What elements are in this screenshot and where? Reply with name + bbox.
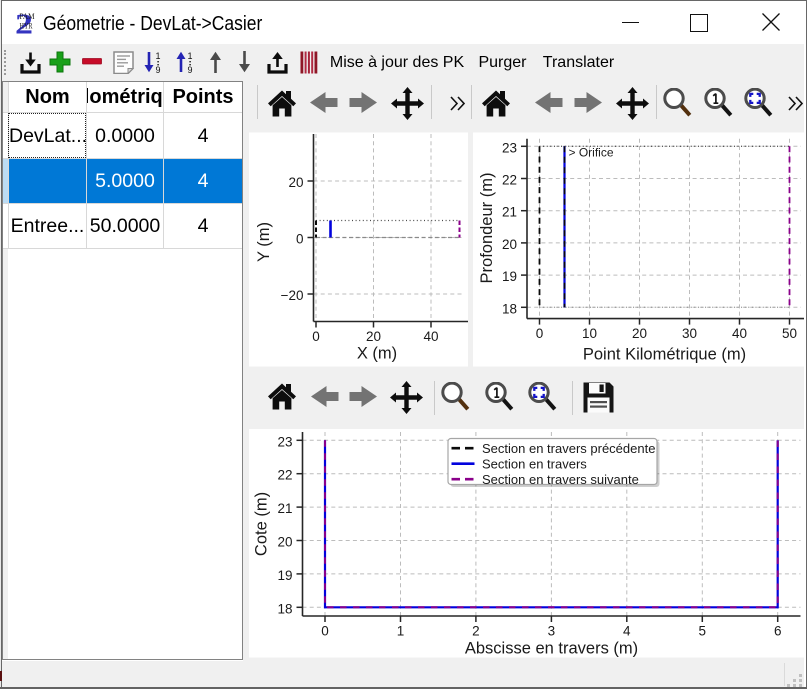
svg-text:Section en travers précédente: Section en travers précédente: [482, 441, 655, 456]
svg-text:Profondeur (m): Profondeur (m): [478, 173, 496, 284]
svg-text:0: 0: [535, 326, 543, 341]
svg-text:19: 19: [501, 269, 516, 284]
svg-text:21: 21: [501, 205, 516, 220]
svg-text:21: 21: [277, 501, 292, 516]
svg-text:1: 1: [397, 624, 405, 639]
svg-text:Section en travers: Section en travers: [482, 456, 587, 471]
svg-text:Point Kilométrique (m): Point Kilométrique (m): [582, 346, 745, 364]
svg-text:18: 18: [501, 301, 516, 316]
svg-text:20: 20: [288, 175, 303, 190]
svg-text:22: 22: [277, 468, 292, 483]
svg-text:> Orifice: > Orifice: [568, 146, 613, 160]
svg-text:50: 50: [781, 326, 796, 341]
svg-text:30: 30: [681, 326, 696, 341]
svg-text:22: 22: [501, 173, 516, 188]
svg-text:9: 9: [187, 65, 192, 74]
svg-text:0: 0: [321, 624, 329, 639]
svg-text:Abscisse en travers (m): Abscisse en travers (m): [465, 640, 638, 658]
svg-text:6: 6: [774, 624, 782, 639]
svg-text:0: 0: [312, 329, 320, 344]
svg-text:20: 20: [366, 329, 381, 344]
svg-text:19: 19: [277, 568, 292, 583]
svg-text:1: 1: [155, 51, 160, 61]
svg-text:HYR: HYR: [20, 21, 33, 31]
svg-text:−20: −20: [281, 288, 304, 303]
svg-text:18: 18: [277, 601, 292, 616]
svg-text:40: 40: [423, 329, 438, 344]
svg-text:20: 20: [277, 535, 292, 550]
svg-text:4: 4: [623, 624, 631, 639]
svg-text:10: 10: [581, 326, 596, 341]
svg-text:23: 23: [277, 434, 292, 449]
svg-text:2: 2: [472, 624, 480, 639]
svg-text:Cote (m): Cote (m): [253, 492, 271, 556]
svg-text:20: 20: [501, 237, 516, 252]
svg-text:40: 40: [731, 326, 746, 341]
svg-text:0: 0: [296, 232, 304, 247]
svg-text:1: 1: [187, 51, 192, 61]
svg-text:5: 5: [699, 624, 707, 639]
svg-text:Y (m): Y (m): [255, 222, 273, 262]
svg-text:20: 20: [631, 326, 646, 341]
svg-text:PAM: PAM: [20, 11, 35, 21]
svg-text:Section en travers suivante: Section en travers suivante: [482, 472, 639, 487]
svg-text:23: 23: [501, 140, 516, 155]
svg-text:9: 9: [155, 65, 160, 74]
svg-text:X (m): X (m): [357, 345, 397, 363]
svg-text:3: 3: [548, 624, 556, 639]
